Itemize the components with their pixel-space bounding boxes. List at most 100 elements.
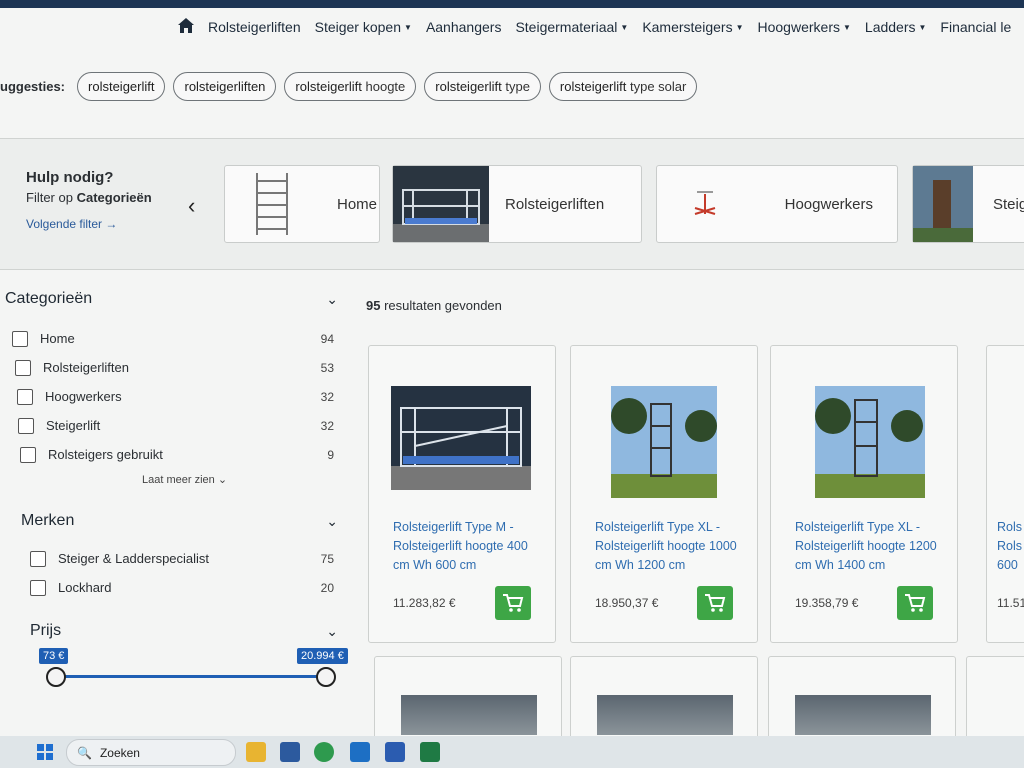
main-navigation: Rolsteigerliften Steiger kopen ▼ Aanhange… (178, 12, 1011, 42)
category-carousel: Hulp nodig? Filter op Categorieën Volgen… (0, 138, 1024, 270)
product-title-link[interactable]: Rolsteigerlift Type XL - Rolsteigerlift … (595, 518, 745, 575)
category-card-steigers[interactable]: Steig (912, 165, 1024, 243)
filter-option-home[interactable]: Home 94 (12, 324, 350, 353)
word-icon[interactable] (385, 742, 405, 762)
category-filter-list: Home 94 Rolsteigerliften 53 Hoogwerkers 32 … (0, 324, 350, 486)
product-card[interactable] (570, 656, 758, 736)
product-title-link[interactable]: Rolsteigerlift Type M - Rolsteigerlift h… (393, 518, 543, 575)
store-icon[interactable] (280, 742, 300, 762)
category-card-hoogwerkers[interactable]: Hoogwerkers (656, 165, 898, 243)
ladder-image (225, 166, 321, 242)
add-to-cart-button[interactable] (495, 586, 531, 620)
nav-item-steiger-kopen[interactable]: Steiger kopen ▼ (315, 19, 412, 35)
checkbox[interactable] (18, 417, 34, 434)
help-title: Hulp nodig? (26, 169, 114, 186)
product-title-link[interactable]: Rolsteigerlift Type XL - Rolsteigerlift … (795, 518, 945, 575)
suggestion-chip[interactable]: rolsteigerliften (173, 71, 277, 101)
product-image[interactable] (391, 386, 531, 490)
filter-option-brand[interactable]: Lockhard 20 (30, 573, 350, 602)
next-filter-link[interactable]: Volgende filter → (26, 217, 196, 231)
filter-help: Hulp nodig? Filter op Categorieën Volgen… (26, 169, 196, 231)
cart-icon (905, 594, 926, 612)
slider-track[interactable] (56, 675, 326, 678)
nav-item-steigermateriaal[interactable]: Steigermateriaal ▼ (515, 19, 628, 35)
nav-item-kamersteigers[interactable]: Kamersteigers ▼ (642, 19, 743, 35)
search-suggestions: uggesties: rolsteigerlift rolsteigerlift… (0, 66, 698, 106)
filter-option-steigerlift[interactable]: Steigerlift 32 (12, 411, 350, 440)
price-max-label: 20.994 € (297, 648, 348, 664)
chevron-down-icon[interactable]: ⌄ (326, 513, 338, 530)
search-icon: 🔍 (77, 745, 92, 760)
home-icon[interactable] (178, 18, 194, 36)
browser-page: Rolsteigerliften Steiger kopen ▼ Aanhange… (0, 0, 1024, 736)
add-to-cart-button[interactable] (897, 586, 933, 620)
product-image[interactable] (611, 386, 717, 498)
checkbox[interactable] (15, 359, 31, 376)
categories-header[interactable]: Categorieën ⌄ (0, 290, 350, 308)
product-card[interactable]: Rolsteigerlift Type XL - Rolsteigerlift … (770, 345, 958, 643)
scaffold-tower-image (913, 166, 973, 242)
chevron-down-icon[interactable]: ⌄ (326, 291, 338, 308)
product-card[interactable]: Rols Rols 600 11.51 (986, 345, 1024, 643)
outlook-icon[interactable] (350, 742, 370, 762)
chevron-down-icon[interactable]: ⌄ (326, 623, 338, 640)
caret-down-icon: ▼ (620, 22, 629, 32)
category-card-home[interactable]: Home (224, 165, 380, 243)
file-explorer-icon[interactable] (246, 742, 266, 762)
product-title-link[interactable]: Rols Rols 600 (997, 518, 1024, 575)
checkbox[interactable] (30, 550, 46, 567)
excel-icon[interactable] (420, 742, 440, 762)
edge-icon[interactable] (314, 742, 334, 762)
product-card[interactable]: Rolsteigerlift Type XL - Rolsteigerlift … (570, 345, 758, 643)
nav-item-hoogwerkers[interactable]: Hoogwerkers ▼ (758, 19, 851, 35)
caret-down-icon: ▼ (735, 22, 744, 32)
checkbox[interactable] (20, 446, 36, 463)
product-image[interactable] (795, 695, 931, 735)
nav-item-rolsteigerliften[interactable]: Rolsteigerliften (208, 19, 301, 35)
filter-option-hoogwerkers[interactable]: Hoogwerkers 32 (12, 382, 350, 411)
results-count: 95 resultaten gevonden (366, 298, 502, 313)
windows-start-icon[interactable] (37, 744, 53, 760)
chevron-left-icon[interactable]: ‹ (188, 193, 195, 219)
product-card[interactable] (966, 656, 1024, 736)
product-image[interactable] (597, 695, 733, 735)
suggestion-chip[interactable]: rolsteigerlift (77, 71, 166, 101)
slider-max-handle[interactable] (316, 667, 336, 687)
filter-option-brand[interactable]: Steiger & Ladderspecialist 75 (30, 544, 350, 573)
product-price: 19.358,79 € (795, 596, 859, 610)
caret-down-icon: ▼ (404, 22, 412, 32)
brand-filter-list: Steiger & Ladderspecialist 75 Lockhard 20 (0, 544, 350, 602)
category-card-rolsteigerliften[interactable]: Rolsteigerliften (392, 165, 642, 243)
cart-icon (503, 594, 524, 612)
taskbar-search-input[interactable]: 🔍 Zoeken (66, 739, 236, 766)
cart-icon (705, 594, 726, 612)
suggestion-chip[interactable]: rolsteigerlift type (424, 71, 541, 101)
checkbox[interactable] (17, 388, 33, 405)
brands-header[interactable]: Merken ⌄ (0, 512, 350, 530)
product-card[interactable] (768, 656, 956, 736)
filter-option-rolsteigers-gebruikt[interactable]: Rolsteigers gebruikt 9 (12, 440, 350, 469)
product-image[interactable] (815, 386, 925, 498)
product-card[interactable]: Rolsteigerlift Type M - Rolsteigerlift h… (368, 345, 556, 643)
suggestion-chip[interactable]: rolsteigerlift hoogte (284, 71, 417, 101)
checkbox[interactable] (12, 330, 28, 347)
chevron-down-icon: ⌄ (217, 474, 228, 486)
caret-down-icon: ▼ (842, 22, 851, 32)
help-subtitle: Filter op Categorieën (26, 190, 152, 205)
filter-option-rolsteigerliften[interactable]: Rolsteigerliften 53 (12, 353, 350, 382)
product-card[interactable] (374, 656, 562, 736)
add-to-cart-button[interactable] (697, 586, 733, 620)
suggestion-chip[interactable]: rolsteigerlift type solar (548, 71, 698, 101)
nav-item-ladders[interactable]: Ladders ▼ (865, 19, 927, 35)
price-header[interactable]: Prijs ⌄ (0, 622, 350, 640)
slider-min-handle[interactable] (46, 667, 66, 687)
scaffold-lift-image (393, 166, 489, 242)
product-image[interactable] (401, 695, 537, 735)
checkbox[interactable] (30, 579, 46, 596)
product-price: 18.950,37 € (595, 596, 659, 610)
price-range-slider[interactable]: 73 € 20.994 € (0, 648, 350, 688)
nav-item-aanhangers[interactable]: Aanhangers (426, 19, 502, 35)
nav-item-financial-lease[interactable]: Financial le (940, 19, 1011, 35)
product-price: 11.283,82 € (393, 596, 456, 610)
show-more-link[interactable]: Laat meer zien ⌄ (142, 473, 350, 486)
